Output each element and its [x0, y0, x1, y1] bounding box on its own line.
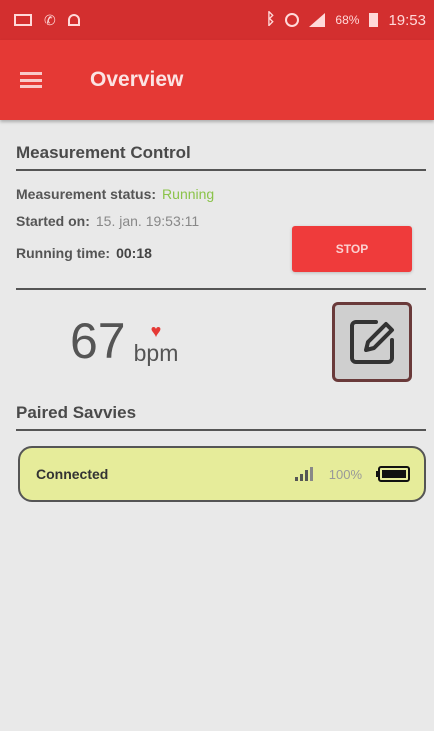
running-time-value: 00:18	[116, 245, 152, 261]
stop-button[interactable]: STOP	[292, 226, 412, 272]
edit-note-icon	[350, 320, 394, 364]
status-battery-pct: 68%	[335, 13, 360, 27]
started-on-label: Started on:	[16, 213, 90, 229]
missed-call-icon: ✆	[44, 12, 56, 28]
alarm-icon	[285, 13, 300, 27]
lock-icon	[68, 14, 80, 26]
heart-rate-value: 67	[70, 313, 126, 369]
hamburger-menu-icon[interactable]	[20, 72, 42, 88]
edit-button[interactable]	[332, 302, 412, 382]
device-battery-pct: 100%	[328, 466, 362, 482]
status-bar: ✆ ᛒ 68% 19:53	[0, 0, 434, 40]
mail-icon	[14, 14, 32, 26]
cell-signal-icon	[309, 13, 326, 27]
battery-icon	[369, 13, 379, 27]
heart-rate-display: 67 ♥ bpm	[70, 316, 178, 366]
section-divider	[16, 288, 426, 290]
status-notifications: ✆	[14, 13, 80, 27]
device-connection-status: Connected	[36, 466, 109, 482]
measurement-status-value: Running	[162, 186, 215, 202]
signal-strength-icon	[294, 467, 313, 481]
page-title: Overview	[90, 68, 184, 91]
heart-icon: ♥	[150, 321, 162, 341]
started-on-value: 15. jan. 19:53:11	[95, 213, 200, 229]
heart-rate-unit: bpm	[133, 340, 179, 366]
app-bar: Overview	[0, 40, 434, 120]
measurement-status-line: Measurement status: Running	[16, 186, 214, 202]
paired-device-card[interactable]: Connected 100%	[18, 446, 426, 502]
bluetooth-icon: ᛒ	[265, 11, 276, 28]
measurement-status-label: Measurement status:	[16, 186, 157, 202]
device-battery-icon	[376, 466, 410, 482]
heart-rate-unit-group: ♥ bpm	[134, 322, 179, 366]
running-time-line: Running time: 00:18	[16, 245, 152, 261]
started-on-line: Started on: 15. jan. 19:53:11	[16, 213, 199, 229]
paired-savvies-heading: Paired Savvies	[16, 403, 426, 431]
measurement-control-heading: Measurement Control	[16, 143, 426, 171]
status-system: ᛒ 68% 19:53	[266, 11, 426, 29]
running-time-label: Running time:	[16, 245, 111, 261]
status-time: 19:53	[388, 11, 426, 29]
